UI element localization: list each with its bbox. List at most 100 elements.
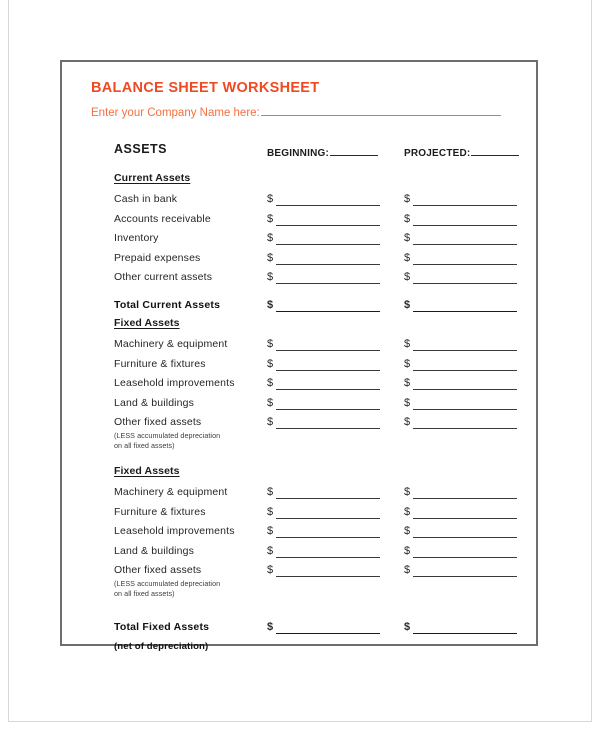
amount-beginning[interactable]: $ [267, 563, 381, 578]
amount-rule[interactable] [276, 298, 381, 312]
amount-projected[interactable]: $ [404, 563, 518, 578]
amount-rule[interactable] [413, 505, 518, 519]
table-row: Leasehold improvements $ $ [114, 524, 524, 544]
amount-beginning[interactable]: $ [267, 376, 381, 391]
amount-beginning[interactable]: $ [267, 231, 381, 246]
column-header-projected-rule[interactable] [471, 147, 520, 156]
currency-symbol: $ [404, 251, 411, 264]
row-label: Land & buildings [114, 396, 195, 409]
table-row: Other fixed assets $ $ [114, 415, 524, 435]
table-row: Land & buildings $ $ [114, 544, 524, 564]
row-label: Machinery & equipment [114, 486, 228, 498]
amount-rule[interactable] [276, 415, 381, 430]
amount-rule[interactable] [413, 415, 518, 430]
amount-rule[interactable] [276, 251, 381, 265]
currency-symbol: $ [404, 396, 411, 409]
amount-beginning[interactable]: $ [267, 544, 381, 558]
amount-rule[interactable] [413, 396, 518, 410]
amount-rule[interactable] [276, 376, 381, 391]
amount-rule[interactable] [413, 251, 518, 265]
currency-symbol: $ [267, 620, 274, 633]
amount-rule[interactable] [413, 357, 518, 371]
amount-rule[interactable] [276, 485, 381, 499]
table-row: Land & buildings $ $ [114, 396, 524, 416]
amount-rule[interactable] [413, 544, 518, 558]
amount-rule[interactable] [276, 396, 381, 410]
row-label: Other current assets [114, 271, 213, 284]
currency-symbol: $ [267, 232, 274, 245]
amount-projected[interactable]: $ [404, 212, 518, 226]
amount-rule[interactable] [276, 563, 381, 578]
amount-beginning[interactable]: $ [267, 270, 381, 285]
amount-beginning[interactable]: $ [267, 357, 381, 371]
amount-rule[interactable] [276, 270, 381, 285]
amount-beginning[interactable]: $ [267, 396, 381, 410]
amount-beginning[interactable]: $ [267, 415, 381, 430]
amount-rule[interactable] [276, 544, 381, 558]
amount-projected[interactable]: $ [404, 485, 518, 499]
row-label-total: Total Current Assets [114, 298, 221, 311]
column-header-projected: PROJECTED: [404, 147, 520, 159]
assets-heading: ASSETS [114, 142, 168, 156]
amount-rule[interactable] [413, 485, 518, 499]
currency-symbol: $ [267, 212, 274, 225]
amount-projected[interactable]: $ [404, 251, 518, 265]
amount-rule[interactable] [276, 337, 381, 351]
page-title: BALANCE SHEET WORKSHEET [91, 80, 320, 96]
amount-rule[interactable] [413, 563, 518, 578]
amount-projected[interactable]: $ [404, 415, 518, 430]
row-label: Leasehold improvements [114, 377, 235, 390]
amount-rule[interactable] [413, 620, 518, 634]
amount-rule[interactable] [413, 270, 518, 285]
amount-rule[interactable] [413, 192, 518, 206]
currency-symbol: $ [404, 544, 411, 557]
table-row: Accounts receivable $ $ [114, 212, 524, 232]
amount-projected[interactable]: $ [404, 357, 518, 371]
amount-rule[interactable] [276, 231, 381, 246]
amount-projected[interactable]: $ [404, 396, 518, 410]
table-row-total: Total Current Assets $ $ [114, 298, 524, 318]
table-row: Leasehold improvements $ $ [114, 376, 524, 396]
company-name-rule[interactable] [260, 105, 501, 116]
amount-projected[interactable]: $ [404, 620, 518, 634]
amount-projected[interactable]: $ [404, 337, 518, 351]
table-row: Inventory $ $ [114, 231, 524, 251]
currency-symbol: $ [267, 251, 274, 264]
amount-beginning[interactable]: $ [267, 212, 381, 226]
amount-rule[interactable] [276, 192, 381, 206]
amount-projected[interactable]: $ [404, 270, 518, 285]
amount-projected[interactable]: $ [404, 376, 518, 391]
amount-beginning[interactable]: $ [267, 192, 381, 206]
amount-beginning[interactable]: $ [267, 485, 381, 499]
column-header-beginning-rule[interactable] [330, 147, 378, 156]
amount-rule[interactable] [413, 231, 518, 246]
company-name-field[interactable]: Enter your Company Name here: [91, 105, 501, 119]
amount-projected[interactable]: $ [404, 524, 518, 539]
amount-beginning[interactable]: $ [267, 505, 381, 519]
amount-beginning[interactable]: $ [267, 251, 381, 265]
amount-rule[interactable] [276, 212, 381, 226]
amount-projected[interactable]: $ [404, 192, 518, 206]
amount-beginning[interactable]: $ [267, 337, 381, 351]
amount-rule[interactable] [276, 620, 381, 634]
amount-rule[interactable] [413, 212, 518, 226]
amount-projected[interactable]: $ [404, 298, 518, 312]
amount-rule[interactable] [276, 505, 381, 519]
table-row: Cash in bank $ $ [114, 192, 524, 212]
amount-beginning[interactable]: $ [267, 524, 381, 539]
amount-projected[interactable]: $ [404, 544, 518, 558]
amount-rule[interactable] [413, 298, 518, 312]
currency-symbol: $ [267, 525, 274, 538]
amount-rule[interactable] [276, 524, 381, 539]
document-page: BALANCE SHEET WORKSHEET Enter your Compa… [0, 0, 600, 729]
amount-rule[interactable] [413, 376, 518, 391]
amount-projected[interactable]: $ [404, 505, 518, 519]
currency-symbol: $ [267, 298, 274, 311]
table-row: Furniture & fixtures $ $ [114, 505, 524, 525]
amount-beginning[interactable]: $ [267, 298, 381, 312]
amount-projected[interactable]: $ [404, 231, 518, 246]
amount-rule[interactable] [276, 357, 381, 371]
amount-rule[interactable] [413, 337, 518, 351]
amount-beginning[interactable]: $ [267, 620, 381, 634]
amount-rule[interactable] [413, 524, 518, 539]
